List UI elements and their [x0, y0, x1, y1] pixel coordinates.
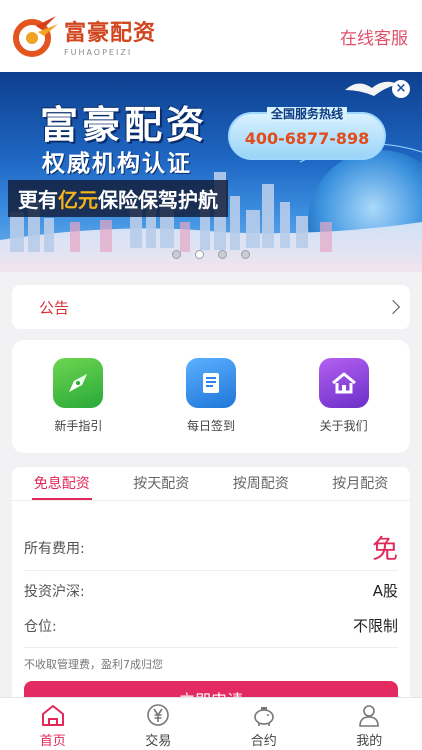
carousel-dot[interactable] [241, 250, 250, 259]
logo-mark-icon [13, 16, 58, 57]
carousel-dot[interactable] [172, 250, 181, 259]
tabbar-label: 首页 [39, 734, 66, 749]
position-value: 不限制 [352, 617, 398, 635]
banner-subtitle: 权威机构认证 [42, 151, 192, 177]
quick-actions: 新手指引 每日签到 关于我们 [12, 340, 410, 453]
tab-weekly[interactable]: 按周配资 [211, 467, 311, 500]
compass-icon [53, 358, 104, 408]
notice-bar[interactable]: 公告 [12, 285, 410, 329]
tabbar-label: 交易 [145, 734, 172, 749]
chevron-right-icon [385, 299, 401, 315]
product-card: 免息配资 按天配资 按周配资 按月配资 所有费用: 免 投资沪深: A股 仓位:… [12, 467, 410, 707]
app-header: 富豪配资 FUHAOPEIZI 在线客服 [0, 0, 422, 72]
tabbar-label: 合约 [250, 734, 277, 749]
product-tabs: 免息配资 按天配资 按周配资 按月配资 [12, 467, 410, 501]
banner-slogan: 更有亿元保险保驾护航 [8, 180, 228, 217]
position-label: 仓位: [24, 618, 57, 635]
tabbar-label: 我的 [356, 734, 383, 749]
home-icon [318, 358, 369, 408]
book-icon [185, 358, 236, 408]
market-row: 投资沪深: A股 [24, 580, 398, 601]
home-icon [41, 705, 64, 726]
yen-icon [147, 704, 170, 726]
piggy-bank-icon [253, 707, 274, 726]
position-row: 仓位: 不限制 [24, 615, 398, 636]
bottom-tab-bar: 首页 交易 合约 我的 [0, 697, 422, 750]
quick-action-label: 关于我们 [319, 419, 368, 433]
online-service-link[interactable]: 在线客服 [340, 24, 408, 49]
fee-value: 免 [371, 535, 398, 565]
quick-action-guide[interactable]: 新手指引 [28, 358, 128, 434]
tabbar-item-contract[interactable]: 合约 [211, 698, 317, 750]
fee-footnote: 不收取管理费，盈利7成归您 [24, 658, 163, 671]
notice-label: 公告 [39, 298, 70, 317]
logo: 富豪配资 FUHAOPEIZI [12, 12, 156, 60]
quick-action-label: 每日签到 [186, 419, 235, 433]
close-icon[interactable]: × [392, 80, 410, 98]
quick-action-about[interactable]: 关于我们 [294, 358, 394, 434]
quick-action-checkin[interactable]: 每日签到 [161, 358, 261, 434]
fee-label: 所有费用: [24, 540, 85, 557]
fee-row: 所有费用: 免 [24, 529, 398, 566]
tabbar-item-mine[interactable]: 我的 [317, 698, 422, 750]
logo-title: 富豪配资 [64, 21, 157, 46]
logo-subtitle: FUHAOPEIZI [64, 48, 133, 57]
quick-action-label: 新手指引 [54, 419, 103, 433]
tabbar-item-trade[interactable]: 交易 [106, 698, 212, 750]
market-value: A股 [372, 582, 398, 600]
divider [24, 647, 398, 648]
promo-banner[interactable]: 富豪配资 权威机构认证 更有亿元保险保驾护航 全国服务热线 400-6877-8… [0, 72, 422, 272]
tab-monthly[interactable]: 按月配资 [311, 467, 411, 500]
tab-daily[interactable]: 按天配资 [112, 467, 212, 500]
market-label: 投资沪深: [24, 583, 85, 600]
banner-title: 富豪配资 [40, 103, 209, 147]
tab-interest-free[interactable]: 免息配资 [12, 467, 112, 500]
carousel-dot[interactable] [218, 250, 227, 259]
hotline-box: 全国服务热线 400-6877-898 [228, 107, 386, 160]
carousel-dot[interactable] [195, 250, 204, 259]
user-icon [359, 705, 380, 727]
tabbar-item-home[interactable]: 首页 [0, 698, 106, 750]
hotline-label: 全国服务热线 [266, 107, 347, 121]
carousel-indicator [0, 250, 422, 259]
divider [24, 570, 398, 571]
hotline-number: 400-6877-898 [244, 129, 370, 148]
